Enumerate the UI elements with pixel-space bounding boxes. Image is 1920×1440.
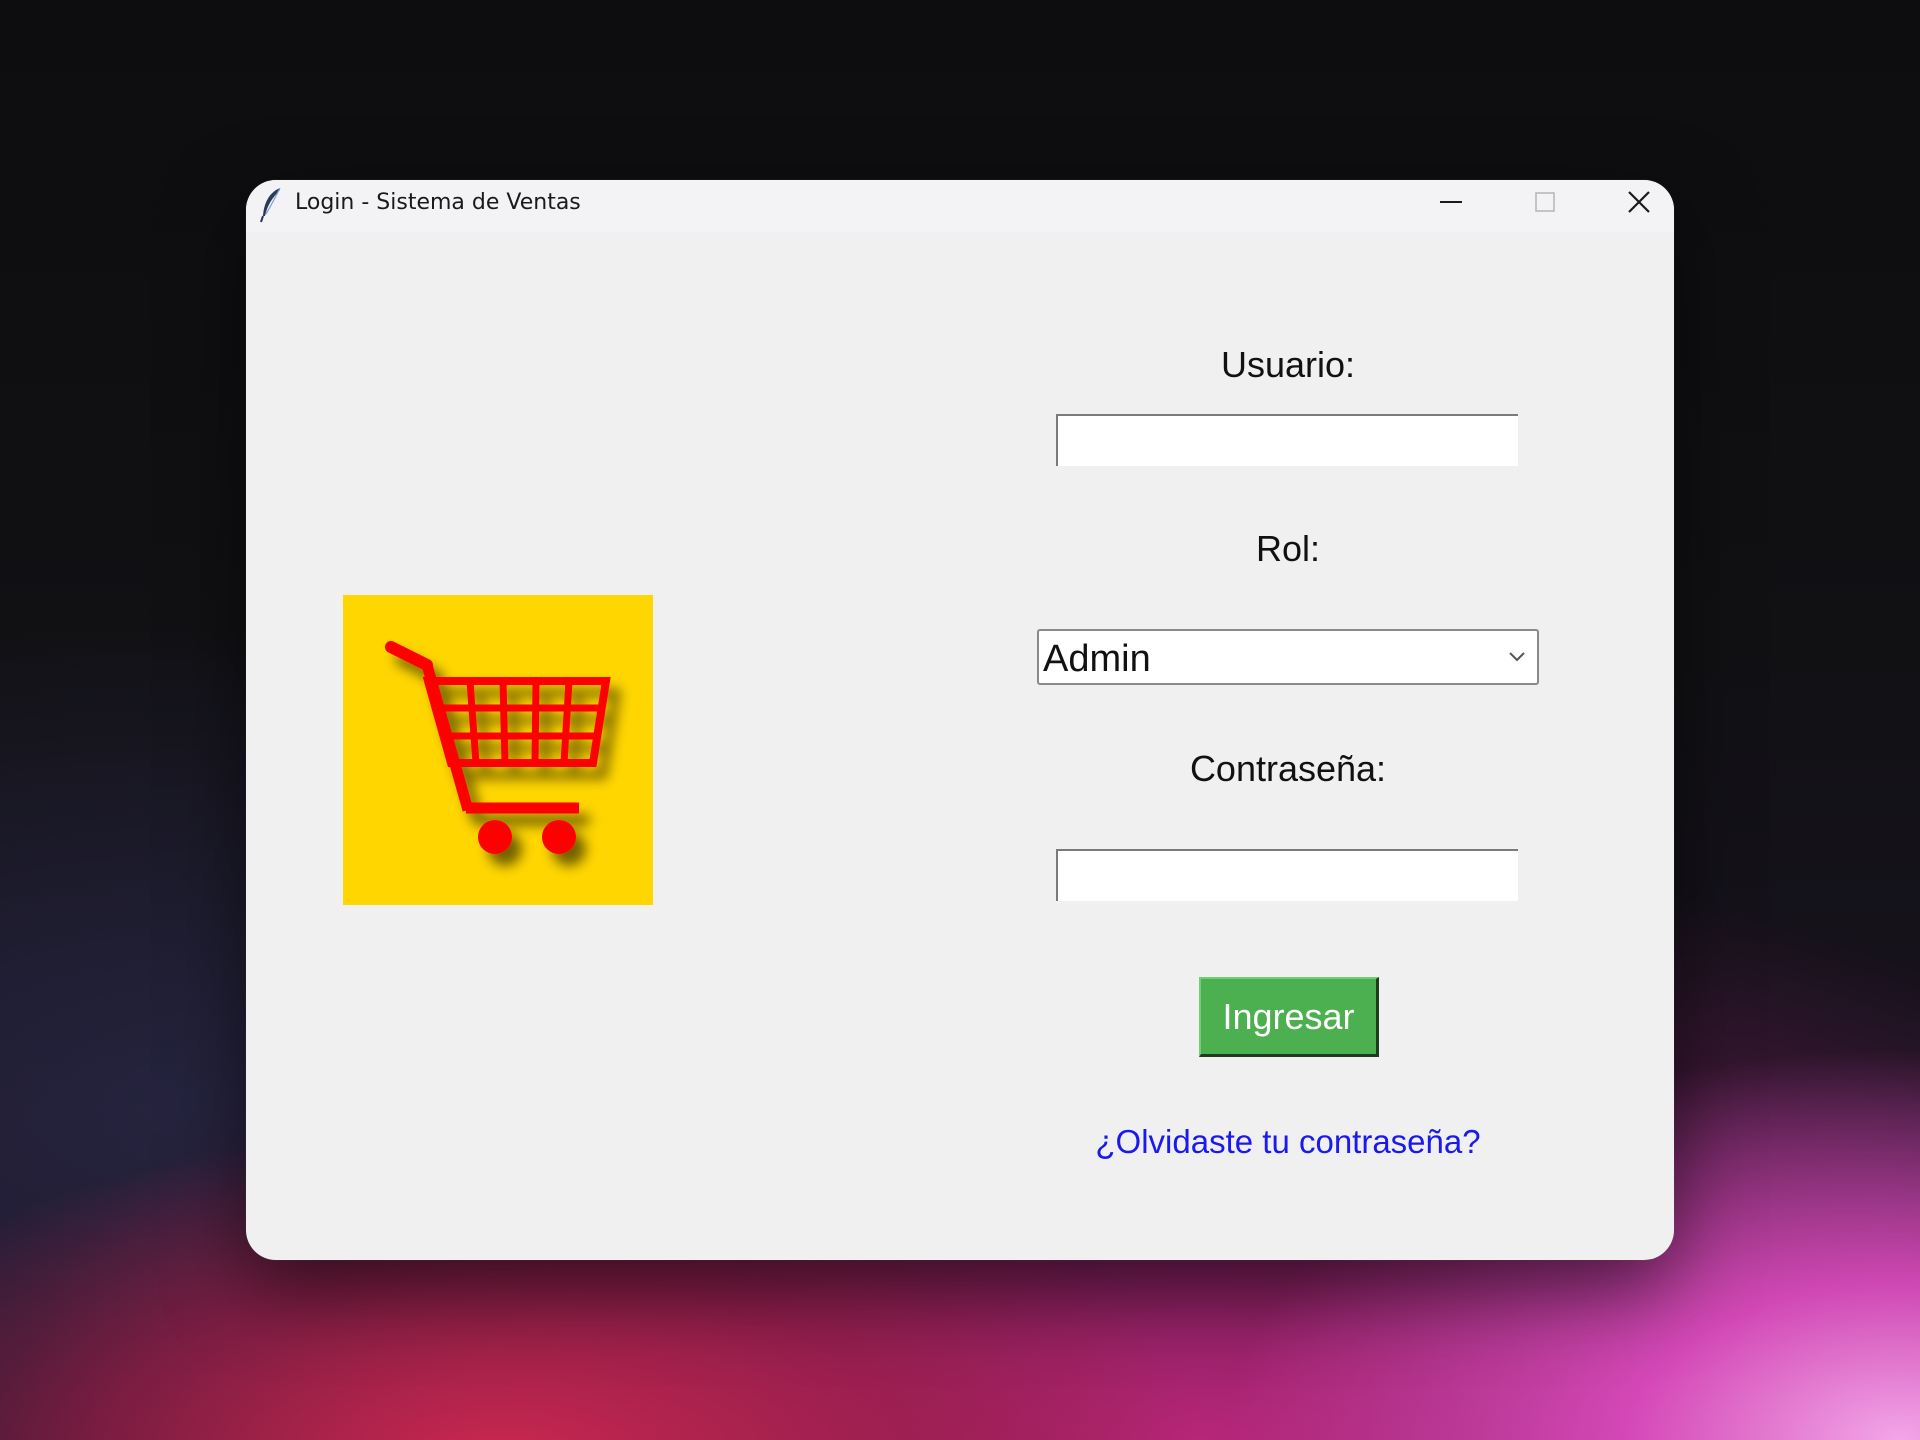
feather-icon — [260, 187, 281, 223]
forgot-password-link[interactable]: ¿Olvidaste tu contraseña? — [1038, 1123, 1538, 1161]
rol-select[interactable]: Admin — [1037, 629, 1539, 685]
maximize-icon — [1535, 192, 1555, 212]
minimize-icon — [1440, 201, 1462, 203]
contrasena-label: Contraseña: — [1189, 748, 1387, 789]
usuario-label: Usuario: — [1220, 344, 1356, 385]
shopping-cart-icon — [385, 641, 611, 854]
rol-label: Rol: — [1255, 528, 1321, 569]
login-window: Login - Sistema de Ventas Usuario: Rol: … — [246, 180, 1674, 1260]
ingresar-button[interactable]: Ingresar — [1199, 977, 1379, 1057]
desktop-background: Login - Sistema de Ventas Usuario: Rol: … — [0, 0, 1920, 1440]
store-logo — [343, 595, 653, 905]
chevron-down-icon[interactable] — [1507, 649, 1527, 663]
usuario-input[interactable] — [1056, 414, 1518, 466]
contrasena-input[interactable] — [1056, 849, 1518, 901]
minimize-button[interactable] — [1416, 180, 1486, 224]
window-title: Login - Sistema de Ventas — [295, 190, 581, 215]
close-icon — [1628, 191, 1650, 213]
close-button[interactable] — [1604, 180, 1674, 224]
title-bar[interactable]: Login - Sistema de Ventas — [246, 180, 1674, 232]
maximize-button[interactable] — [1510, 180, 1580, 224]
rol-selected-value: Admin — [1043, 638, 1151, 680]
